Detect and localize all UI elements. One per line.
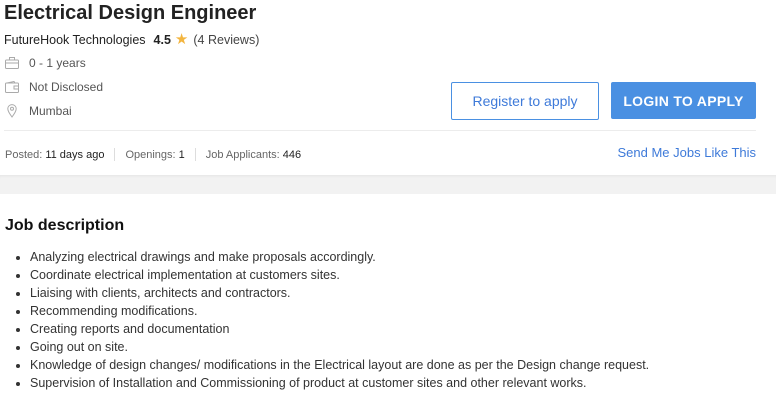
posted-label: Posted:	[5, 148, 43, 161]
wallet-icon	[5, 80, 19, 94]
list-item: Supervision of Installation and Commissi…	[30, 374, 649, 392]
divider	[4, 130, 756, 131]
location-row: Mumbai	[5, 104, 72, 118]
applicants-value: 446	[282, 148, 302, 161]
briefcase-icon	[5, 56, 19, 70]
company-rating: 4.5	[153, 33, 171, 47]
list-item: Going out on site.	[30, 338, 649, 356]
stats-separator	[194, 148, 196, 161]
applicants-label: Job Applicants:	[205, 148, 280, 161]
send-me-jobs-link[interactable]: Send Me Jobs Like This	[618, 145, 757, 160]
location-value[interactable]: Mumbai	[29, 104, 72, 118]
list-item: Recommending modifications.	[30, 302, 649, 320]
list-item: Liaising with clients, architects and co…	[30, 284, 649, 302]
section-separator-band	[0, 175, 776, 194]
experience-row: 0 - 1 years	[5, 56, 86, 70]
login-to-apply-button[interactable]: LOGIN TO APPLY	[611, 82, 756, 119]
star-icon: ★	[174, 31, 189, 48]
job-description-list: Analyzing electrical drawings and make p…	[0, 248, 649, 392]
company-row: FutureHook Technologies 4.5 ★ (4 Reviews…	[4, 31, 259, 48]
register-to-apply-button[interactable]: Register to apply	[451, 82, 599, 120]
experience-value: 0 - 1 years	[29, 56, 86, 70]
openings-value: 1	[178, 148, 185, 161]
salary-row: Not Disclosed	[5, 80, 103, 94]
posted-value: 11 days ago	[45, 148, 105, 161]
list-item: Knowledge of design changes/ modificatio…	[30, 356, 649, 374]
list-item: Coordinate electrical implementation at …	[30, 266, 649, 284]
job-header-card: Electrical Design Engineer FutureHook Te…	[0, 0, 776, 175]
job-title: Electrical Design Engineer	[4, 2, 257, 24]
job-stats: Posted: 11 days ago Openings: 1 Job Appl…	[5, 148, 301, 161]
salary-value: Not Disclosed	[29, 80, 104, 94]
job-description-heading: Job description	[5, 217, 125, 234]
openings-label: Openings:	[125, 148, 176, 161]
list-item: Creating reports and documentation	[30, 320, 649, 338]
list-item: Analyzing electrical drawings and make p…	[30, 248, 649, 266]
reviews-link[interactable]: (4 Reviews)	[193, 33, 259, 47]
stats-separator	[114, 148, 116, 161]
company-name[interactable]: FutureHook Technologies	[4, 33, 146, 47]
location-pin-icon	[5, 104, 19, 118]
